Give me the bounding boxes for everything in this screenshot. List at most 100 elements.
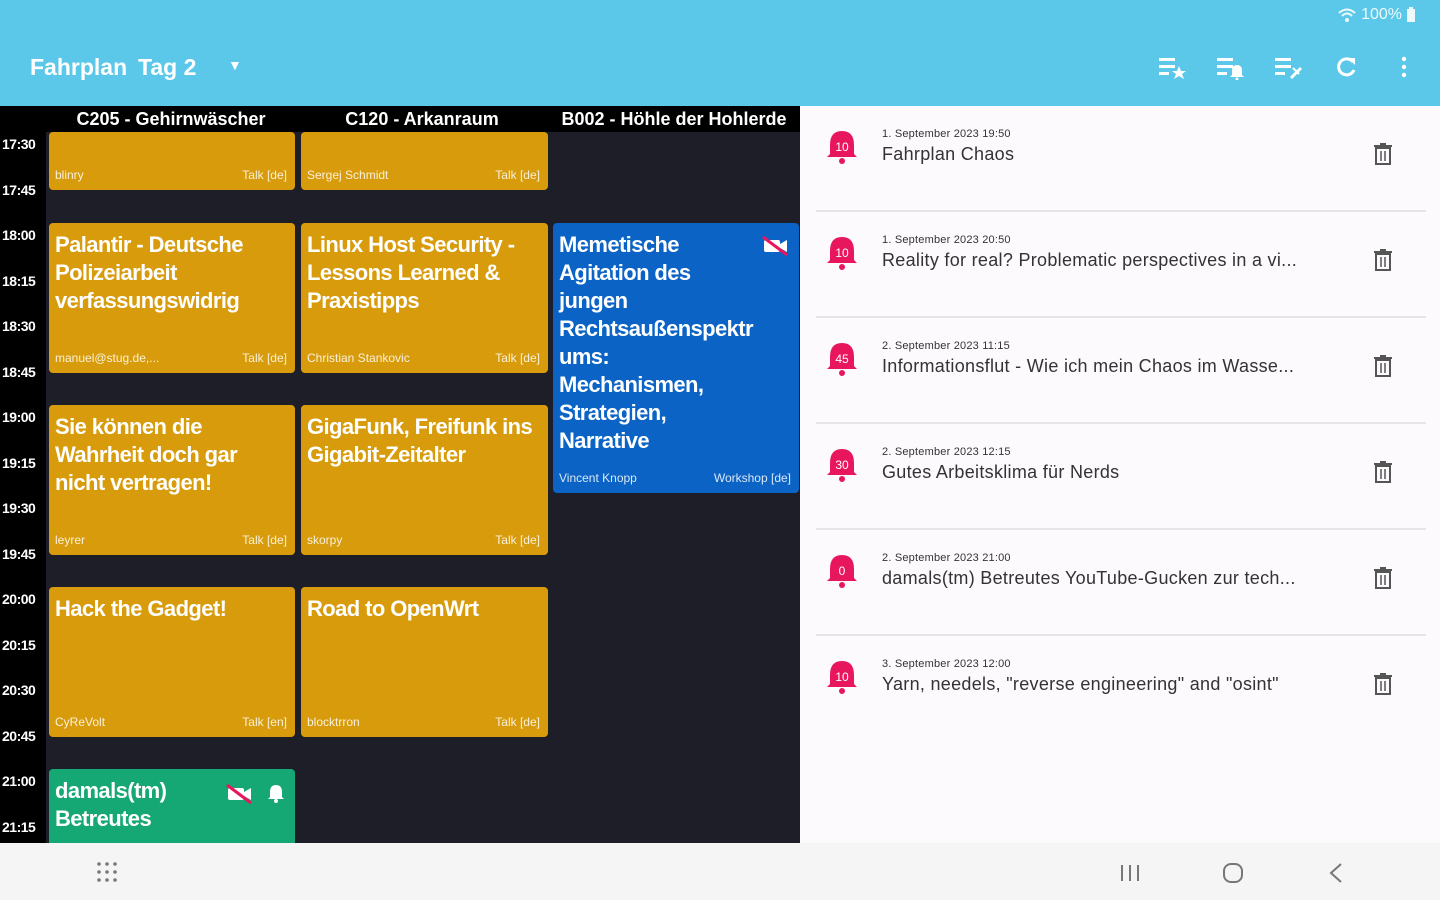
alarms-list-icon [1217, 58, 1244, 80]
event-speaker: CyReVolt [55, 715, 106, 729]
time-label: 18:45 [2, 364, 36, 380]
event-card[interactable]: blinry Talk [de] [49, 132, 295, 190]
battery-level: 100% [1361, 6, 1402, 23]
event-card[interactable]: Sie können die Wahrheit doch gar nicht v… [49, 405, 295, 555]
event-title: Road to OpenWrt [307, 596, 479, 621]
time-column: 17:30 17:45 18:00 18:15 18:30 18:45 19:0… [0, 106, 46, 843]
alarm-bell-icon: 10 [827, 237, 857, 270]
event-card[interactable]: damals(tm) Betreutes [49, 769, 295, 843]
event-speaker: blinry [55, 168, 84, 182]
alarm-item[interactable]: 0 2. September 2023 21:00 damals(tm) Bet… [816, 530, 1426, 636]
alarm-bell-icon [268, 785, 284, 803]
event-title: Palantir - Deutsche Polizeiarbeit verfas… [55, 232, 243, 313]
event-type: Talk [de] [242, 351, 287, 365]
alarm-bell-icon: 30 [827, 449, 857, 482]
event-card[interactable]: Road to OpenWrt blocktrron Talk [de] [301, 587, 548, 737]
refresh-icon [1337, 57, 1356, 77]
alarms-list[interactable]: 10 1. September 2023 19:50 Fahrplan Chao… [800, 106, 1440, 843]
system-nav-bar [0, 843, 1440, 900]
day-dropdown-icon[interactable]: ▼ [228, 57, 242, 73]
time-label: 19:15 [2, 455, 36, 471]
event-card[interactable]: Linux Host Security - Lessons Learned & … [301, 223, 548, 373]
alarm-item[interactable]: 10 1. September 2023 20:50 Reality for r… [816, 212, 1426, 318]
alarm-badge: 45 [835, 352, 849, 366]
refresh-button[interactable] [1330, 50, 1362, 84]
time-label: 20:30 [2, 682, 36, 698]
time-label: 19:00 [2, 409, 36, 425]
alarm-date: 2. September 2023 21:00 [882, 552, 1011, 564]
event-speaker: blocktrron [307, 715, 360, 729]
alarm-title: Fahrplan Chaos [882, 144, 1015, 164]
change-log-button[interactable] [1272, 50, 1304, 84]
delete-icon[interactable] [1372, 354, 1394, 378]
time-label: 20:45 [2, 728, 36, 744]
time-label: 21:00 [2, 773, 36, 789]
alarm-title: damals(tm) Betreutes YouTube-Gucken zur … [882, 568, 1296, 588]
alarm-date: 1. September 2023 19:50 [882, 128, 1011, 140]
schedule-grid[interactable]: 17:30 17:45 18:00 18:15 18:30 18:45 19:0… [0, 106, 800, 843]
alarm-title: Gutes Arbeitsklima für Nerds [882, 462, 1120, 482]
event-speaker: Christian Stankovic [307, 351, 410, 365]
back-icon[interactable] [1328, 862, 1344, 884]
event-title: Memetische Agitation des jungen Rechtsau… [559, 232, 754, 453]
event-type: Talk [de] [495, 533, 540, 547]
favorites-list-icon [1159, 58, 1186, 79]
alarm-date: 3. September 2023 12:00 [882, 658, 1011, 670]
app-drawer-icon[interactable] [96, 861, 118, 883]
event-speaker: Sergej Schmidt [307, 168, 389, 182]
delete-icon[interactable] [1372, 672, 1394, 696]
delete-icon[interactable] [1372, 142, 1394, 166]
time-label: 18:30 [2, 318, 36, 334]
alarm-date: 1. September 2023 20:50 [882, 234, 1011, 246]
event-card[interactable]: GigaFunk, Freifunk ins Gigabit-Zeitalter… [301, 405, 548, 555]
recent-apps-icon[interactable] [1118, 863, 1142, 883]
alarm-bell-icon: 10 [827, 661, 857, 694]
event-card[interactable]: Hack the Gadget! CyReVolt Talk [en] [49, 587, 295, 737]
alarm-item[interactable]: 30 2. September 2023 12:15 Gutes Arbeits… [816, 424, 1426, 530]
event-type: Talk [en] [242, 715, 287, 729]
delete-icon[interactable] [1372, 248, 1394, 272]
time-label: 17:30 [2, 136, 36, 152]
delete-icon[interactable] [1372, 460, 1394, 484]
alarm-date: 2. September 2023 11:15 [882, 340, 1010, 352]
alarms-list-button[interactable] [1214, 50, 1246, 84]
app-bar: Fahrplan Tag 2 ▼ [0, 30, 1440, 106]
alarm-title: Reality for real? Problematic perspectiv… [882, 250, 1298, 270]
event-type: Workshop [de] [713, 471, 791, 485]
favorites-list-button[interactable] [1156, 50, 1188, 84]
alarm-date: 2. September 2023 12:15 [882, 446, 1011, 458]
alarm-badge: 30 [835, 458, 849, 472]
event-type: Talk [de] [242, 168, 287, 182]
home-icon[interactable] [1222, 862, 1244, 884]
time-label: 19:30 [2, 500, 36, 516]
event-card[interactable]: Memetische Agitation des jungen Rechtsau… [553, 223, 799, 493]
time-label: 20:15 [2, 637, 36, 653]
time-label: 20:00 [2, 591, 36, 607]
wifi-icon [1338, 8, 1356, 22]
status-bar: 100% [0, 0, 1440, 30]
alarm-item[interactable]: 45 2. September 2023 11:15 Informationsf… [816, 318, 1426, 424]
time-label: 17:45 [2, 182, 36, 198]
time-label: 18:15 [2, 273, 36, 289]
alarm-item[interactable]: 10 1. September 2023 19:50 Fahrplan Chao… [816, 106, 1426, 212]
event-speaker: Vincent Knopp [559, 471, 637, 485]
change-log-icon [1275, 58, 1302, 79]
event-speaker: skorpy [307, 533, 343, 547]
event-type: Talk [de] [495, 351, 540, 365]
event-title: Sie können die Wahrheit doch gar nicht v… [55, 414, 238, 495]
day-selector[interactable]: Tag 2 [138, 54, 196, 81]
overflow-menu-button[interactable] [1388, 50, 1420, 84]
room-header: B002 - Höhle der Hohlerde [548, 106, 800, 132]
no-video-icon [762, 235, 788, 257]
room-header: C120 - Arkanraum [296, 106, 548, 132]
alarm-badge: 10 [835, 246, 849, 260]
alarm-item[interactable]: 10 3. September 2023 12:00 Yarn, needels… [816, 636, 1426, 742]
alarm-badge: 10 [835, 670, 849, 684]
delete-icon[interactable] [1372, 566, 1394, 590]
alarm-title: Informationsflut - Wie ich mein Chaos im… [882, 356, 1295, 376]
event-speaker: leyrer [55, 533, 86, 547]
time-label: 19:45 [2, 546, 36, 562]
event-type: Talk [de] [495, 168, 540, 182]
event-card[interactable]: Palantir - Deutsche Polizeiarbeit verfas… [49, 223, 295, 373]
event-card[interactable]: Sergej Schmidt Talk [de] [301, 132, 548, 190]
